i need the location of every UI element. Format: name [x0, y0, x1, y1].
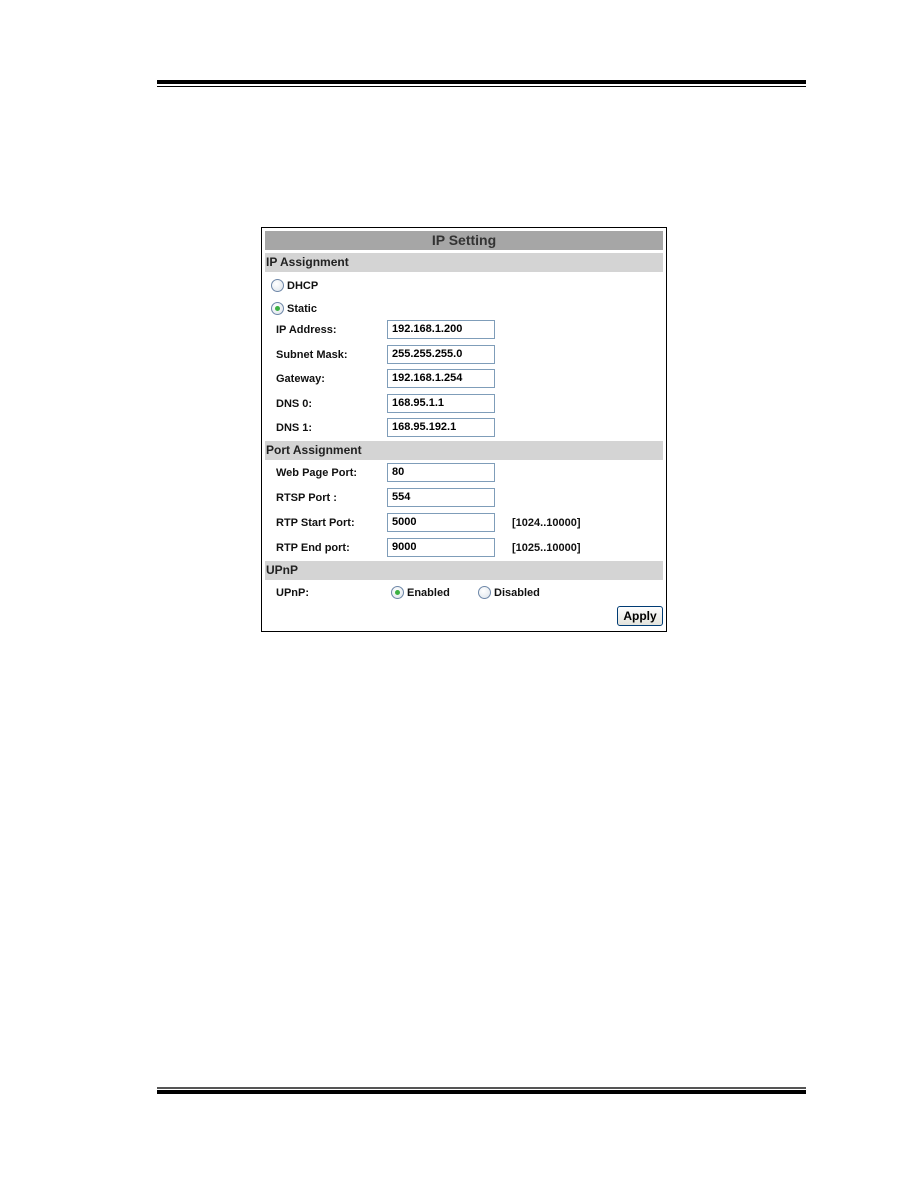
panel-title: IP Setting — [265, 231, 663, 250]
rtp-start-port-input[interactable]: 5000 — [387, 513, 495, 532]
ip-address-input[interactable]: 192.168.1.200 — [387, 320, 495, 339]
web-page-port-label: Web Page Port: — [276, 467, 358, 479]
ip-address-label: IP Address: — [276, 324, 337, 336]
dns0-input[interactable]: 168.95.1.1 — [387, 394, 495, 413]
rtp-end-port-range: [1025..10000] — [512, 542, 581, 554]
dns1-input[interactable]: 168.95.192.1 — [387, 418, 495, 437]
web-page-port-input[interactable]: 80 — [387, 463, 495, 482]
radio-disabled-label: Disabled — [494, 586, 540, 599]
gateway-label: Gateway: — [276, 373, 325, 385]
radio-checked-icon[interactable] — [271, 302, 284, 315]
dns1-label: DNS 1: — [276, 422, 313, 434]
rtp-start-port-label: RTP Start Port: — [276, 517, 355, 529]
radio-dhcp[interactable]: DHCP — [271, 279, 318, 292]
radio-enabled-label: Enabled — [407, 586, 450, 599]
rtsp-port-label: RTSP Port : — [276, 492, 337, 504]
radio-static-label: Static — [287, 302, 317, 315]
section-upnp: UPnP — [265, 561, 663, 580]
radio-upnp-disabled[interactable]: Disabled — [478, 586, 540, 599]
radio-unchecked-icon[interactable] — [271, 279, 284, 292]
apply-button[interactable]: Apply — [617, 606, 663, 626]
section-port-assignment: Port Assignment — [265, 441, 663, 460]
radio-unchecked-icon[interactable] — [478, 586, 491, 599]
rtp-start-port-range: [1024..10000] — [512, 517, 581, 529]
footer-rule — [157, 1087, 806, 1094]
ip-setting-panel: IP Setting IP Assignment DHCP Static IP … — [261, 227, 667, 632]
radio-dhcp-label: DHCP — [287, 279, 319, 292]
section-ip-assignment: IP Assignment — [265, 253, 663, 272]
gateway-input[interactable]: 192.168.1.254 — [387, 369, 495, 388]
rtsp-port-input[interactable]: 554 — [387, 488, 495, 507]
header-rule — [157, 80, 806, 87]
subnet-mask-label: Subnet Mask: — [276, 349, 348, 361]
radio-static[interactable]: Static — [271, 302, 317, 315]
radio-checked-icon[interactable] — [391, 586, 404, 599]
rtp-end-port-label: RTP End port: — [276, 542, 350, 554]
upnp-label: UPnP: — [276, 587, 309, 599]
subnet-mask-input[interactable]: 255.255.255.0 — [387, 345, 495, 364]
radio-upnp-enabled[interactable]: Enabled — [391, 586, 450, 599]
dns0-label: DNS 0: — [276, 398, 313, 410]
rtp-end-port-input[interactable]: 9000 — [387, 538, 495, 557]
